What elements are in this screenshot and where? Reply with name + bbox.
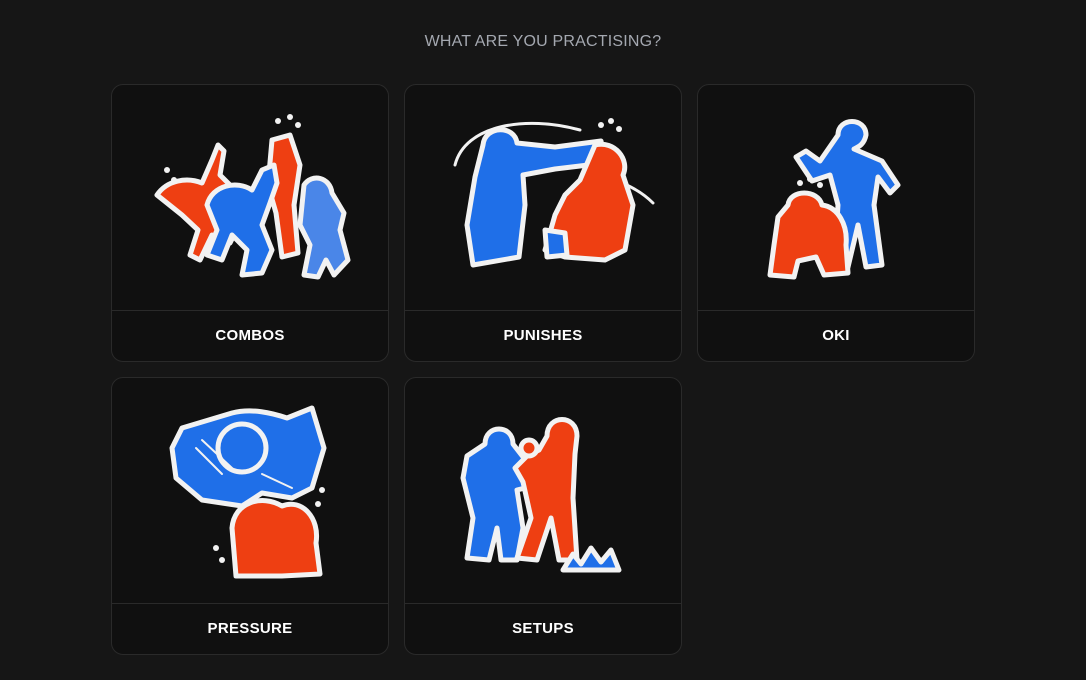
setups-illustration-icon — [405, 378, 681, 603]
oki-illustration-icon — [698, 85, 974, 310]
pressure-illustration-icon — [112, 378, 388, 603]
option-label-combos: COMBOS — [215, 327, 285, 344]
option-label-setups: SETUPS — [512, 620, 574, 637]
option-card-punishes[interactable]: PUNISHES — [404, 84, 682, 362]
option-card-combos[interactable]: COMBOS — [111, 84, 389, 362]
combos-illustration-icon — [112, 85, 388, 310]
option-label-oki: OKI — [822, 327, 850, 344]
page-title: WHAT ARE YOU PRACTISING? — [424, 33, 662, 50]
punishes-illustration-icon — [405, 85, 681, 310]
option-card-pressure[interactable]: PRESSURE — [111, 377, 389, 655]
option-card-setups[interactable]: SETUPS — [404, 377, 682, 655]
option-label-punishes: PUNISHES — [503, 327, 583, 344]
option-label-pressure: PRESSURE — [207, 620, 293, 637]
practice-options-grid: COMBOS PUNISHES OKI PRESSURE SETUPS — [111, 84, 975, 655]
option-card-oki[interactable]: OKI — [697, 84, 975, 362]
